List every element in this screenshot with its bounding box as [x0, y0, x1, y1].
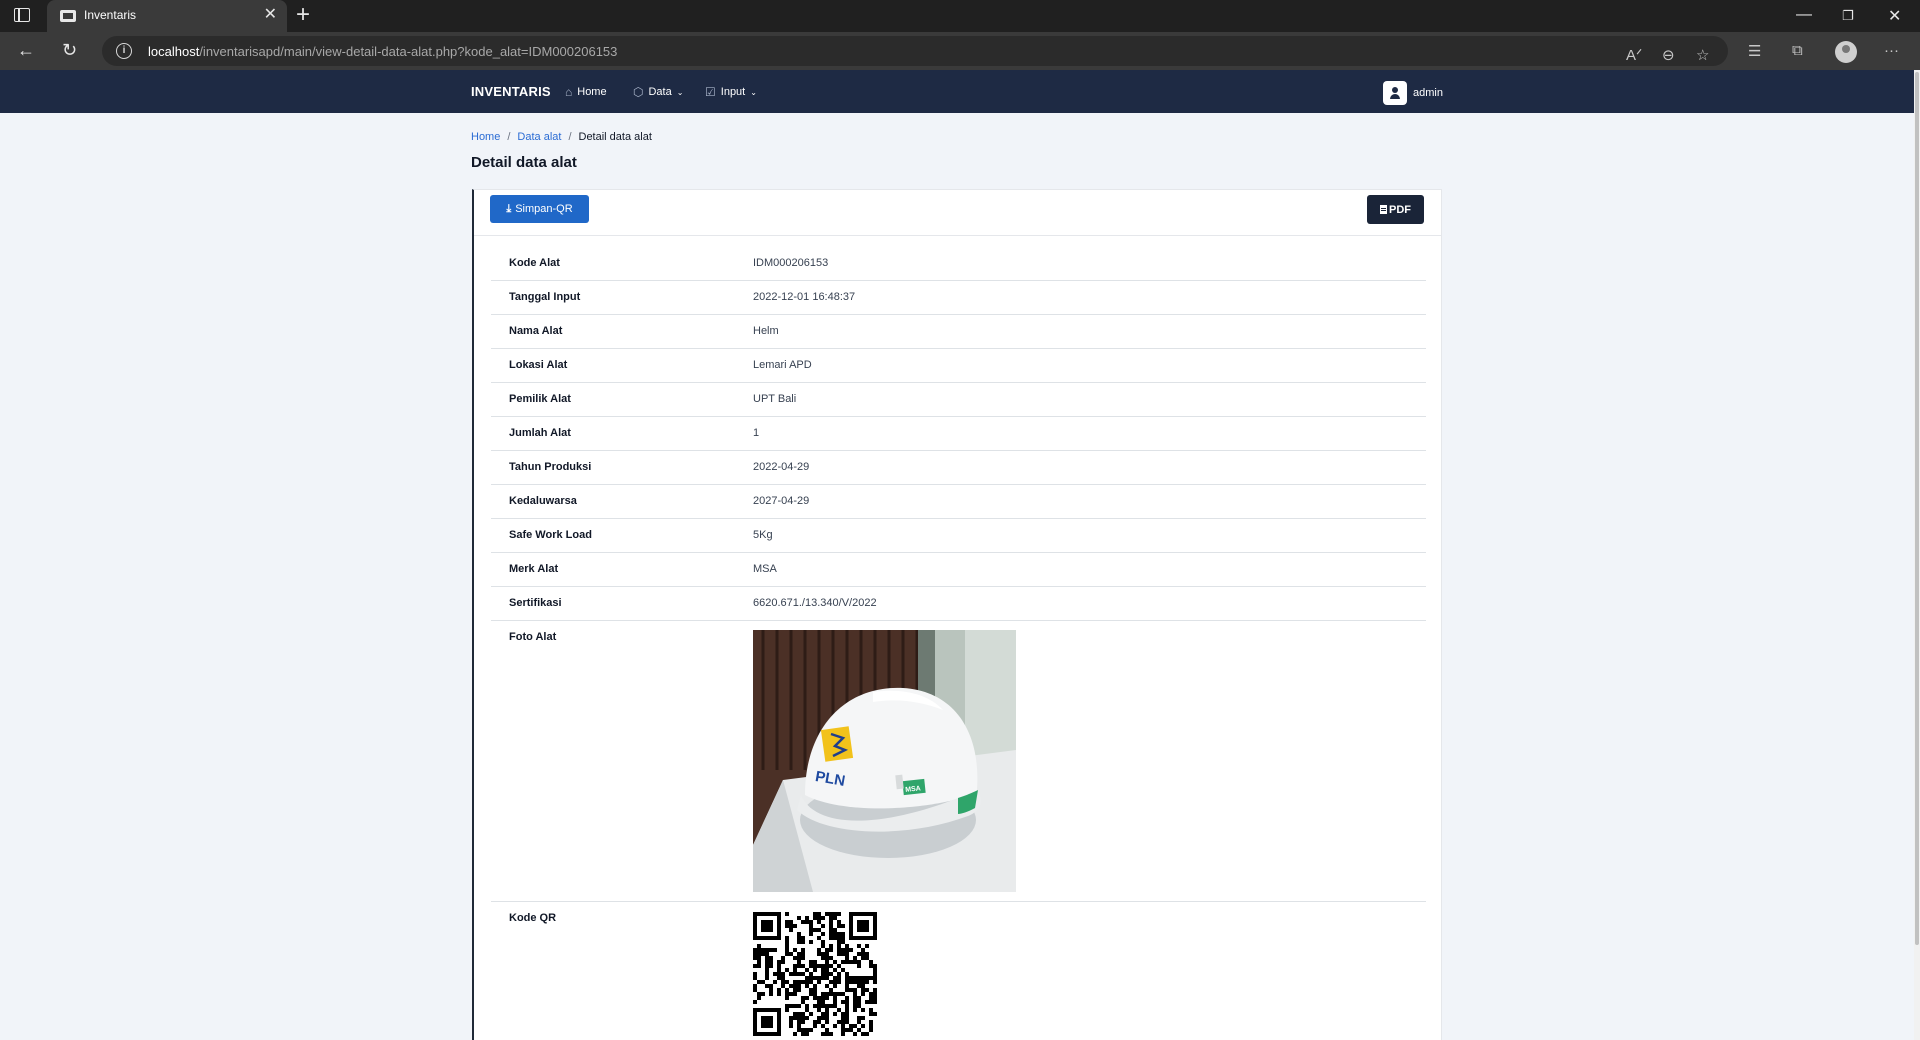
chevron-down-icon: ⌄: [676, 87, 684, 97]
detail-value: 6620.671./13.340/V/2022: [753, 597, 877, 609]
browser-address-bar: ← ↻ i localhost/inventarisapd/main/view-…: [0, 32, 1920, 70]
detail-label: Merk Alat: [509, 563, 559, 575]
collections-icon[interactable]: ⧉: [1792, 42, 1803, 59]
detail-row: Tanggal Input 2022-12-01 16:48:37: [491, 281, 1426, 315]
brand-logo[interactable]: INVENTARIS: [471, 84, 551, 99]
page-title: Detail data alat: [471, 154, 577, 171]
detail-row: Pemilik Alat UPT Bali: [491, 383, 1426, 417]
nav-item-data[interactable]: ⬡ Data ⌄: [633, 85, 683, 99]
detail-card: ⤓ Simpan-QR PDF Kode Alat IDM000206153 T…: [472, 189, 1442, 1040]
file-icon: [1380, 205, 1387, 214]
refresh-icon[interactable]: ↻: [62, 40, 77, 61]
user-menu[interactable]: admin: [1383, 81, 1443, 105]
tab-favicon-icon: [60, 10, 76, 22]
restore-icon[interactable]: ❐: [1842, 8, 1854, 24]
user-icon: [1383, 81, 1407, 105]
detail-value: 2022-04-29: [753, 461, 810, 473]
nav-item-input[interactable]: ☑ Input ⌄: [705, 85, 757, 99]
nav-input-label: Input: [720, 86, 746, 98]
detail-row: Jumlah Alat 1: [491, 417, 1426, 451]
breadcrumb-home[interactable]: Home: [471, 131, 500, 143]
detail-row: Kode Alat IDM000206153: [491, 247, 1426, 281]
qr-row: Kode QR: [491, 902, 1426, 1040]
browser-tab-bar: Inventaris ✕ + — ❐ ✕: [0, 0, 1920, 32]
back-icon[interactable]: ←: [17, 40, 35, 61]
breadcrumb-current: Detail data alat: [578, 131, 652, 143]
minimize-icon[interactable]: —: [1796, 6, 1812, 24]
detail-row: Lokasi Alat Lemari APD: [491, 349, 1426, 383]
tab-title: Inventaris: [84, 8, 137, 22]
detail-row: Tahun Produksi 2022-04-29: [491, 451, 1426, 485]
site-info-icon[interactable]: i: [116, 43, 132, 59]
url-text: localhost/inventarisapd/main/view-detail…: [148, 44, 617, 59]
download-icon: ⤓: [506, 202, 512, 215]
edit-check-icon: ☑: [705, 85, 716, 99]
user-name: admin: [1413, 87, 1443, 99]
photo-row: Foto Alat PLN MSA: [491, 621, 1426, 902]
breadcrumb-separator: /: [568, 131, 572, 143]
new-tab-icon[interactable]: +: [296, 2, 310, 28]
box-icon: ⬡: [633, 85, 644, 99]
detail-row: Safe Work Load 5Kg: [491, 519, 1426, 553]
home-icon: ⌂: [565, 85, 573, 99]
breadcrumb: Home / Data alat / Detail data alat: [471, 131, 652, 143]
detail-value: Lemari APD: [753, 359, 812, 371]
qr-code: [753, 912, 877, 1036]
detail-label: Pemilik Alat: [509, 393, 571, 405]
favorites-icon[interactable]: ☰: [1748, 42, 1761, 60]
card-header: ⤓ Simpan-QR PDF: [474, 190, 1441, 236]
nav-item-home[interactable]: ⌂ Home: [565, 85, 607, 99]
photo-label: Foto Alat: [509, 631, 557, 643]
app-navbar: INVENTARIS ⌂ Home ⬡ Data ⌄ ☑ Input ⌄ adm…: [0, 70, 1914, 113]
window-close-icon[interactable]: ✕: [1888, 6, 1901, 26]
zoom-out-icon[interactable]: ⊖: [1662, 46, 1675, 64]
detail-value: 2022-12-01 16:48:37: [753, 291, 856, 303]
pdf-label: PDF: [1389, 203, 1411, 216]
scrollbar-thumb[interactable]: [1915, 72, 1919, 945]
detail-row: Sertifikasi 6620.671./13.340/V/2022: [491, 587, 1426, 621]
detail-label: Kedaluwarsa: [509, 495, 577, 507]
detail-value: 5Kg: [753, 529, 773, 541]
detail-value: 1: [753, 427, 760, 439]
tab-actions-icon[interactable]: [14, 8, 30, 22]
tab-close-icon[interactable]: ✕: [264, 6, 277, 24]
detail-row: Merk Alat MSA: [491, 553, 1426, 587]
save-qr-button[interactable]: ⤓ Simpan-QR: [490, 195, 589, 223]
more-options-icon[interactable]: ···: [1884, 42, 1899, 59]
breadcrumb-data-alat[interactable]: Data alat: [517, 131, 561, 143]
detail-label: Tahun Produksi: [509, 461, 592, 473]
chevron-down-icon: ⌄: [750, 87, 757, 97]
nav-home-label: Home: [577, 86, 607, 98]
pdf-button[interactable]: PDF: [1367, 195, 1424, 224]
detail-label: Jumlah Alat: [509, 427, 571, 439]
detail-label: Sertifikasi: [509, 597, 562, 609]
equipment-photo: PLN MSA: [753, 630, 1016, 892]
url-host: localhost: [148, 44, 200, 59]
nav-data-label: Data: [648, 86, 672, 98]
detail-label: Kode Alat: [509, 257, 560, 269]
detail-value: UPT Bali: [753, 393, 797, 405]
save-qr-label: Simpan-QR: [515, 203, 573, 215]
detail-row: Nama Alat Helm: [491, 315, 1426, 349]
detail-label: Nama Alat: [509, 325, 563, 337]
breadcrumb-separator: /: [507, 131, 511, 143]
detail-value: Helm: [753, 325, 779, 337]
detail-value: MSA: [753, 563, 777, 575]
add-favorite-icon[interactable]: ☆: [1696, 46, 1709, 64]
profile-avatar-icon[interactable]: [1835, 41, 1857, 63]
detail-label: Lokasi Alat: [509, 359, 568, 371]
browser-tab[interactable]: Inventaris ✕: [47, 0, 287, 32]
url-field[interactable]: i localhost/inventarisapd/main/view-deta…: [102, 36, 1728, 66]
detail-value: IDM000206153: [753, 257, 829, 269]
read-aloud-icon[interactable]: Aᐟ: [1626, 46, 1642, 64]
qr-label: Kode QR: [509, 912, 557, 924]
url-path: /inventarisapd/main/view-detail-data-ala…: [199, 44, 618, 59]
detail-label: Tanggal Input: [509, 291, 581, 303]
detail-row: Kedaluwarsa 2027-04-29: [491, 485, 1426, 519]
detail-label: Safe Work Load: [509, 529, 592, 541]
detail-value: 2027-04-29: [753, 495, 810, 507]
